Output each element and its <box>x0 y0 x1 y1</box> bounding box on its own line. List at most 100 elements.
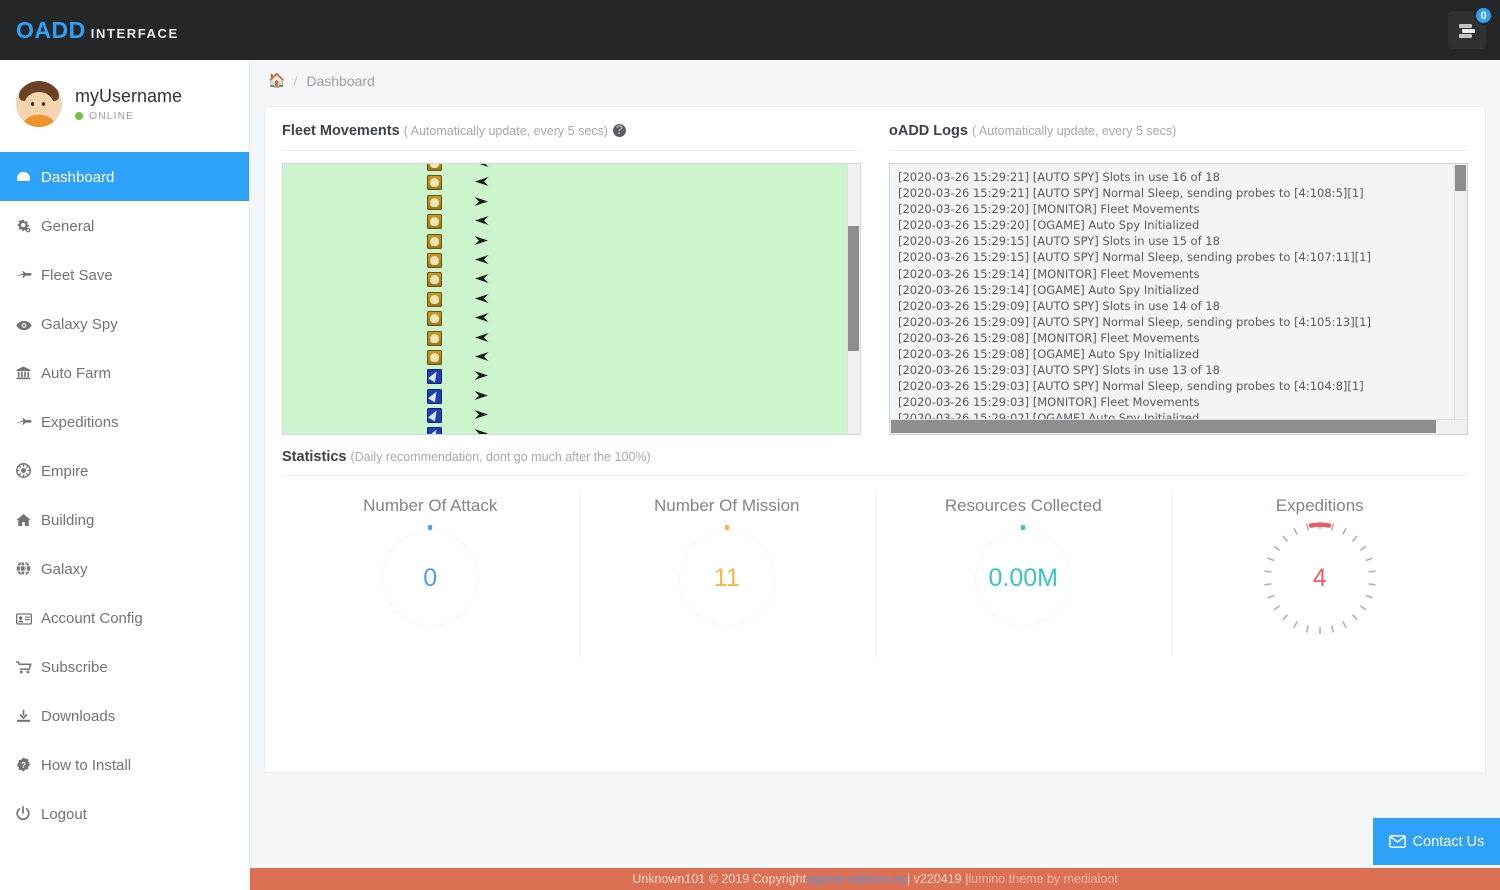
sidebar-item-subscribe[interactable]: Subscribe <box>0 642 249 691</box>
stat-card-resources-collected: Resources Collected0.00M <box>875 476 1172 671</box>
fleet-movements-list[interactable] <box>282 163 861 435</box>
logs-panel: oADD Logs ( Automatically update, every … <box>889 123 1468 435</box>
log-line: [2020-03-26 15:29:03] [AUTO SPY] Slots i… <box>898 362 1459 378</box>
arrow-left-icon <box>474 173 494 192</box>
brand-logo[interactable]: OADD INTERFACE <box>0 17 179 44</box>
footer-link[interactable]: ogame-addons.eu <box>806 872 907 886</box>
brand-secondary: INTERFACE <box>91 26 179 41</box>
sidebar-item-label: Dashboard <box>41 169 114 186</box>
sidebar-item-label: General <box>41 218 94 235</box>
statistics-subtitle: (Daily recommendation, dont go much afte… <box>351 450 651 464</box>
fleet-movement-row[interactable] <box>283 232 846 251</box>
statistics-grid: Number Of Attack0Number Of Mission11Reso… <box>282 475 1468 671</box>
arrow-left-icon <box>474 309 494 328</box>
fleet-movement-row[interactable] <box>283 212 846 231</box>
logs-panel-subtitle: ( Automatically update, every 5 secs) <box>972 124 1176 138</box>
fleet-movement-row[interactable] <box>283 290 846 309</box>
dashboard-card: Fleet Movements ( Automatically update, … <box>264 106 1486 773</box>
fleet-movement-row[interactable] <box>283 163 846 173</box>
fleet-movement-row[interactable] <box>283 367 846 386</box>
moon-icon <box>427 193 444 212</box>
footer-suffix: lumino theme by medialoot <box>968 872 1117 886</box>
contact-us-button[interactable]: Contact Us <box>1373 818 1500 865</box>
fleet-movement-row[interactable] <box>283 387 846 406</box>
download-icon <box>16 708 41 724</box>
sidebar-item-how-to-install[interactable]: ?How to Install <box>0 740 249 789</box>
logs-panel-title: oADD Logs <box>889 123 968 139</box>
fleet-scrollbar-track[interactable] <box>847 164 860 434</box>
logs-hscrollbar-track[interactable] <box>890 419 1467 434</box>
fleet-movements-panel: Fleet Movements ( Automatically update, … <box>282 123 861 435</box>
stat-label: Expeditions <box>1276 496 1364 516</box>
brand-primary: OADD <box>16 17 86 43</box>
sidebar: myUsername ONLINE Dashboard General Fleet … <box>0 60 250 890</box>
sidebar-item-galaxy[interactable]: Galaxy <box>0 544 249 593</box>
fleet-movement-row[interactable] <box>283 251 846 270</box>
sidebar-item-account-config[interactable]: Account Config <box>0 593 249 642</box>
arrow-left-icon <box>474 329 494 348</box>
planet-icon <box>427 425 444 435</box>
sidebar-item-empire[interactable]: Empire <box>0 446 249 495</box>
arrow-left-icon <box>474 251 494 270</box>
sidebar-item-label: Downloads <box>41 708 115 725</box>
fleet-movement-row[interactable] <box>283 329 846 348</box>
fleet-movement-row[interactable] <box>283 425 846 435</box>
logs-hscrollbar-thumb[interactable] <box>891 420 1436 433</box>
footer-middle: | v220419 | <box>907 872 968 886</box>
statistics-title: Statistics <box>282 449 346 465</box>
notification-badge: 0 <box>1474 6 1493 25</box>
breadcrumb-current: Dashboard <box>306 73 375 89</box>
logs-scrollbar-thumb[interactable] <box>1455 165 1466 191</box>
moon-icon <box>427 290 444 309</box>
home-icon[interactable]: 🏠 <box>268 72 285 89</box>
stat-card-number-of-attack: Number Of Attack0 <box>282 476 579 671</box>
moon-icon <box>427 251 444 270</box>
stat-gauge: 0.00M <box>975 530 1071 626</box>
main-content: 🏠 / Dashboard Fleet Movements ( Automati… <box>250 60 1500 890</box>
user-profile[interactable]: myUsername ONLINE <box>0 60 249 148</box>
sidebar-item-label: Subscribe <box>41 659 108 676</box>
server-icon[interactable]: 0 <box>1448 11 1486 49</box>
sidebar-item-expeditions[interactable]: Expeditions <box>0 397 249 446</box>
fleet-scrollbar-thumb[interactable] <box>848 226 859 351</box>
log-line: [2020-03-26 15:29:14] [OGAME] Auto Spy I… <box>898 282 1459 298</box>
sidebar-item-logout[interactable]: Logout <box>0 789 249 838</box>
sidebar-item-galaxy-spy[interactable]: Galaxy Spy <box>0 299 249 348</box>
fleet-movement-row[interactable] <box>283 270 846 289</box>
log-line: [2020-03-26 15:29:21] [AUTO SPY] Slots i… <box>898 169 1459 185</box>
home-icon <box>16 512 41 528</box>
sidebar-item-label: Empire <box>41 463 89 480</box>
sidebar-item-general[interactable]: General <box>0 201 249 250</box>
fleet-movement-row[interactable] <box>283 348 846 367</box>
moon-icon <box>427 232 444 251</box>
sidebar-item-auto-farm[interactable]: Auto Farm <box>0 348 249 397</box>
sidebar-item-dashboard[interactable]: Dashboard <box>0 152 249 201</box>
sidebar-item-fleet-save[interactable]: Fleet Save <box>0 250 249 299</box>
logs-panel-body: [2020-03-26 15:29:21] [AUTO SPY] Slots i… <box>889 150 1468 435</box>
sidebar-item-building[interactable]: Building <box>0 495 249 544</box>
username-label: myUsername <box>75 86 182 106</box>
logs-scrollbar-track[interactable] <box>1454 164 1467 434</box>
gears-icon <box>16 218 41 234</box>
arrow-right-icon <box>474 406 494 425</box>
planet-icon <box>427 367 444 386</box>
fleet-panel-title: Fleet Movements <box>282 123 400 139</box>
plane-icon <box>16 414 41 430</box>
sidebar-item-downloads[interactable]: Downloads <box>0 691 249 740</box>
log-line: [2020-03-26 15:29:20] [MONITOR] Fleet Mo… <box>898 201 1459 217</box>
logs-output[interactable]: [2020-03-26 15:29:21] [AUTO SPY] Slots i… <box>889 163 1468 435</box>
log-line: [2020-03-26 15:29:15] [AUTO SPY] Slots i… <box>898 233 1459 249</box>
question-mark-icon[interactable]: ? <box>613 124 626 137</box>
arrow-left-icon <box>474 270 494 289</box>
envelope-icon <box>1389 835 1406 848</box>
log-line: [2020-03-26 15:29:08] [MONITOR] Fleet Mo… <box>898 330 1459 346</box>
arrow-right-icon <box>474 425 494 435</box>
fleet-movement-row[interactable] <box>283 173 846 192</box>
fleet-movement-row[interactable] <box>283 406 846 425</box>
fleet-movement-row[interactable] <box>283 309 846 328</box>
stat-gauge: 4 <box>1272 530 1368 626</box>
fleet-movement-row[interactable] <box>283 193 846 212</box>
sidebar-item-label: Fleet Save <box>41 267 113 284</box>
online-dot-icon <box>75 112 83 120</box>
arrow-left-icon <box>474 290 494 309</box>
